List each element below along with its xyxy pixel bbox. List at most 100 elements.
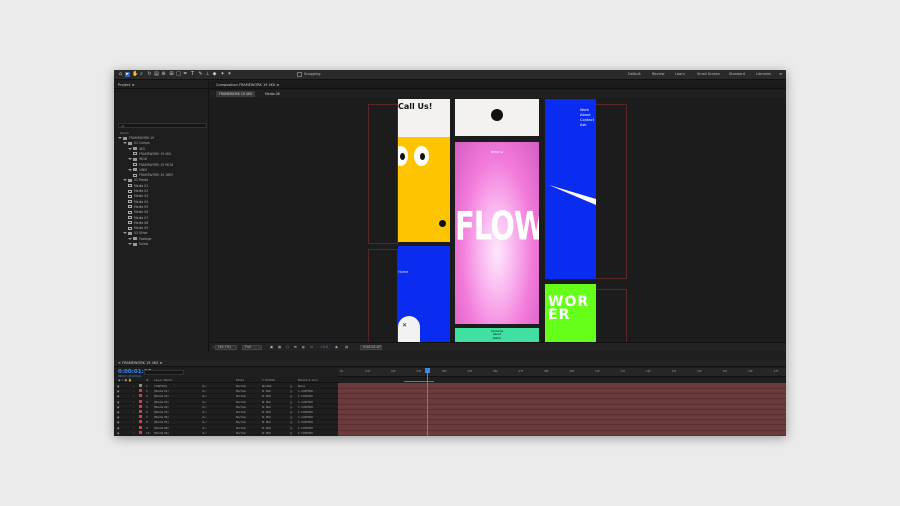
layer-row[interactable]: ◉ › 7 [Media 06] ⁂ / Normal N. Mat ◎ 1. CONTRO: [114, 415, 338, 420]
time-ruler[interactable]: 0s 01f 02f 03f 04f 05f 06f 07f 08f 09f 10f 11f 12f 13…: [338, 368, 786, 377]
pickwhip-icon[interactable]: ◎: [290, 400, 292, 405]
eye-icon[interactable]: ◉: [117, 426, 119, 431]
grid-icon[interactable]: ⊞: [294, 345, 297, 350]
layer-mode-select[interactable]: Normal: [236, 389, 246, 394]
col-num[interactable]: #: [146, 377, 149, 383]
project-folder[interactable]: 4K5: [128, 147, 145, 152]
layer-row[interactable]: ◉ › 3 [Media 02] ⁂ / Normal N. Mat ◎ 1. CONTRO: [114, 394, 338, 399]
pickwhip-icon[interactable]: ◎: [290, 431, 292, 436]
project-item[interactable]: FRAMEWORK 19 16K9: [133, 173, 173, 178]
rotate-tool-icon[interactable]: ↻: [147, 72, 152, 77]
layer-switches-icon[interactable]: ⁂ /: [202, 389, 206, 394]
camera-icon[interactable]: ◉: [335, 345, 338, 350]
chevron-right-icon[interactable]: ›: [133, 415, 134, 420]
layer-mode-select[interactable]: Normal: [236, 415, 246, 420]
layer-tracks[interactable]: [338, 383, 786, 436]
layer-switches-icon[interactable]: ⁂ /: [202, 415, 206, 420]
col-trkmat[interactable]: T TrkMat: [262, 377, 275, 383]
eye-icon[interactable]: ◉: [117, 405, 119, 410]
pickwhip-icon[interactable]: ◎: [290, 389, 292, 394]
pickwhip-icon[interactable]: ◎: [290, 394, 292, 399]
pen-tool-icon[interactable]: ✒: [183, 72, 188, 77]
playhead-handle[interactable]: [425, 368, 430, 373]
workspace-learn[interactable]: Learn: [675, 72, 685, 76]
label-color-swatch[interactable]: [139, 404, 142, 408]
pickwhip-icon[interactable]: ◎: [290, 420, 292, 425]
chevron-down-icon[interactable]: [128, 243, 132, 245]
timeline-search-input[interactable]: [144, 370, 184, 375]
col-mode[interactable]: Mode: [236, 377, 244, 383]
chevron-down-icon[interactable]: [128, 158, 132, 161]
layer-trkmat-select[interactable]: N. Mat: [262, 394, 271, 399]
eye-icon[interactable]: ◉: [117, 420, 119, 425]
label-color-swatch[interactable]: [139, 384, 142, 387]
project-item[interactable]: Media 08: [128, 221, 148, 226]
eye-icon[interactable]: ◉: [117, 415, 119, 420]
layer-switches-icon[interactable]: ⁂ /: [202, 384, 206, 389]
layer-name[interactable]: [Media 02]: [154, 394, 168, 399]
composition-viewer[interactable]: Call Us! Home ✕ MENU ≡ FLOW Contacts Abo…: [210, 99, 786, 343]
hand-tool-icon[interactable]: ✋: [132, 72, 138, 77]
project-item[interactable]: Media 04: [128, 200, 148, 205]
layer-trkmat-select[interactable]: N. Mat: [262, 389, 271, 394]
layer-name[interactable]: [Media 01]: [154, 389, 168, 394]
layer-trkmat-select[interactable]: N. Mat: [262, 431, 271, 436]
workspace-review[interactable]: Review: [652, 72, 665, 76]
pickwhip-icon[interactable]: ◎: [290, 384, 292, 389]
layer-switches-icon[interactable]: ⁂ /: [202, 431, 206, 436]
project-item[interactable]: Media 02: [128, 189, 148, 194]
av-switches-icon[interactable]: ◉ ♪ ● 🔒: [118, 377, 132, 383]
roto-tool-icon[interactable]: ✦: [220, 72, 225, 77]
selection-tool-icon[interactable]: ▸: [125, 72, 130, 77]
layer-parent-select[interactable]: 1. CONTRO: [298, 415, 313, 420]
project-item[interactable]: FRAMEWORK 19 4K5: [133, 152, 171, 157]
project-item[interactable]: Media 09: [128, 226, 148, 231]
project-folder[interactable]: 9K16: [128, 157, 147, 162]
eye-icon[interactable]: ◉: [117, 400, 119, 405]
eye-icon[interactable]: ◉: [117, 394, 119, 399]
layer-name[interactable]: CONTROL: [154, 384, 167, 389]
layer-parent-select[interactable]: 1. CONTRO: [298, 426, 313, 431]
workspace-libraries[interactable]: Libraries: [756, 72, 771, 76]
project-folder[interactable]: Footage: [128, 237, 151, 242]
layer-trkmat-select[interactable]: No Mat: [262, 384, 272, 389]
layer-parent-select[interactable]: 1. CONTRO: [298, 394, 313, 399]
close-icon[interactable]: ✕: [118, 361, 121, 365]
chevron-right-icon[interactable]: ›: [133, 420, 134, 425]
layer-switches-icon[interactable]: ⁂ /: [202, 400, 206, 405]
eye-icon[interactable]: ◉: [117, 431, 119, 436]
pickwhip-icon[interactable]: ◎: [290, 405, 292, 410]
composition-title[interactable]: Composition FRAMEWORK 19 4K5 ≡: [210, 81, 786, 89]
layer-name[interactable]: [Media 05]: [154, 410, 168, 415]
chevron-down-icon[interactable]: [123, 179, 127, 182]
quality-select[interactable]: Full: [245, 345, 251, 350]
shape-tool-icon[interactable]: □: [176, 72, 181, 77]
layer-trkmat-select[interactable]: N. Mat: [262, 426, 271, 431]
layer-parent-select[interactable]: 1. CONTRO: [298, 420, 313, 425]
chevron-down-icon[interactable]: [118, 137, 122, 139]
label-color-swatch[interactable]: [139, 394, 142, 398]
layer-parent-select[interactable]: 1. CONTRO: [298, 389, 313, 394]
layer-mode-select[interactable]: Normal: [236, 394, 246, 399]
view-icon[interactable]: ▭: [310, 345, 313, 350]
layer-name[interactable]: [Media 03]: [154, 400, 168, 405]
camera-tool-icon[interactable]: ▤: [154, 72, 159, 77]
pickwhip-icon[interactable]: ◎: [290, 410, 292, 415]
layer-trkmat-select[interactable]: N. Mat: [262, 420, 271, 425]
brush-tool-icon[interactable]: ✎: [198, 72, 203, 77]
project-folder[interactable]: 03 Other: [123, 231, 148, 236]
clone-tool-icon[interactable]: ⊥: [205, 72, 210, 77]
chevron-down-icon[interactable]: [128, 168, 132, 171]
transparency-icon[interactable]: ▦: [278, 345, 281, 350]
layer-parent-select[interactable]: 1. CONTRO: [298, 400, 313, 405]
layer-parent-select[interactable]: 1. CONTRO: [298, 431, 313, 436]
project-item[interactable]: Media 03: [128, 194, 148, 199]
col-layer-name[interactable]: Layer Name: [154, 377, 172, 383]
layer-name[interactable]: [Media 06]: [154, 415, 168, 420]
chevron-right-icon[interactable]: ›: [133, 405, 134, 410]
orbit-tool-icon[interactable]: ⊕: [161, 72, 166, 77]
col-parent[interactable]: Parent & Link: [298, 377, 318, 383]
layer-mode-select[interactable]: Normal: [236, 431, 246, 436]
current-time-display[interactable]: 0:00:01:07: [363, 345, 381, 350]
workspace-small-screen[interactable]: Small Screen: [697, 72, 720, 76]
